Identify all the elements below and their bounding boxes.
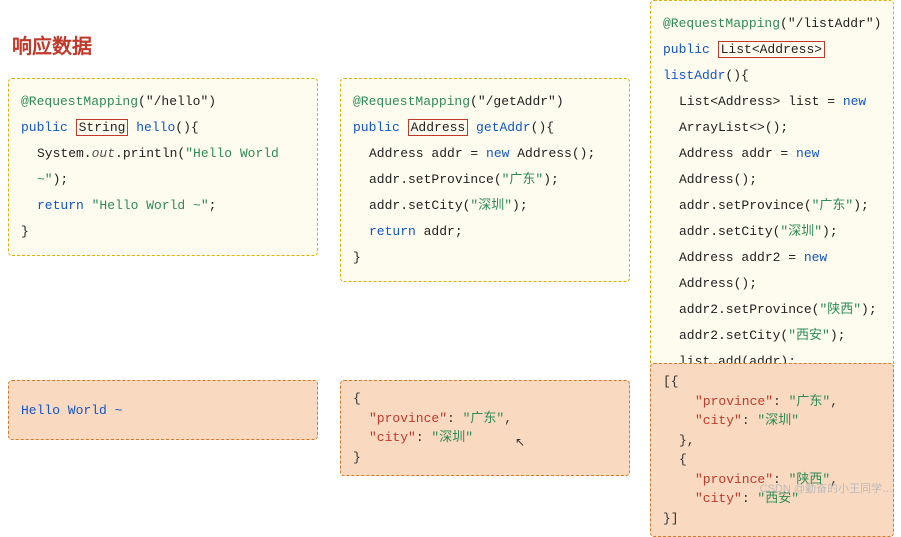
- modifier: public: [663, 42, 710, 57]
- method-sig: (){: [531, 120, 554, 135]
- watermark: CSDN @勤奋的小王同学…: [760, 480, 893, 496]
- json-brace: {: [663, 450, 881, 470]
- annotation-arg: ("/getAddr"): [470, 94, 564, 109]
- method-name: getAddr: [476, 120, 531, 135]
- code-line: addr.setCity("深圳");: [663, 219, 881, 245]
- output-listaddr: [{ "province": "广东", "city": "深圳" }, { "…: [650, 363, 894, 537]
- output-hello: Hello World ~: [8, 380, 318, 440]
- close-brace: }: [21, 219, 305, 245]
- code-line: addr.setProvince("广东");: [663, 193, 881, 219]
- return-type-highlight: String: [76, 119, 129, 136]
- code-line: return "Hello World ~";: [21, 193, 305, 219]
- method-name: listAddr: [663, 68, 725, 83]
- modifier: public: [21, 120, 68, 135]
- code-line: addr2.setCity("西安");: [663, 323, 881, 349]
- annotation-arg: ("/hello"): [138, 94, 216, 109]
- json-line: "province": "广东",: [663, 392, 881, 412]
- json-brace: }]: [663, 509, 881, 529]
- json-brace: {: [353, 389, 617, 409]
- annotation: @RequestMapping: [353, 94, 470, 109]
- code-line: addr2.setProvince("陕西");: [663, 297, 881, 323]
- return-type-highlight: List<Address>: [718, 41, 825, 58]
- json-brace: [{: [663, 372, 881, 392]
- output-getaddr: { "province": "广东", "city": "深圳" }: [340, 380, 630, 476]
- modifier: public: [353, 120, 400, 135]
- code-block-getaddr: @RequestMapping("/getAddr") public Addre…: [340, 78, 630, 282]
- method-sig: (){: [725, 68, 748, 83]
- annotation: @RequestMapping: [663, 16, 780, 31]
- json-line: "city": "深圳": [663, 411, 881, 431]
- code-line: Address addr2 = new Address();: [663, 245, 881, 297]
- json-brace: },: [663, 431, 881, 451]
- annotation: @RequestMapping: [21, 94, 138, 109]
- code-line: Address addr = new Address();: [353, 141, 617, 167]
- return-type-highlight: Address: [408, 119, 469, 136]
- code-line: List<Address> list = new ArrayList<>();: [663, 89, 881, 141]
- code-line: return addr;: [353, 219, 617, 245]
- code-block-hello: @RequestMapping("/hello") public String …: [8, 78, 318, 256]
- code-line: Address addr = new Address();: [663, 141, 881, 193]
- output-text: Hello World ~: [21, 403, 122, 418]
- cursor-icon: ↖: [515, 435, 525, 449]
- code-line: System.out.println("Hello World ~");: [21, 141, 305, 193]
- page-title: 响应数据: [12, 30, 92, 59]
- annotation-arg: ("/listAddr"): [780, 16, 881, 31]
- code-line: addr.setCity("深圳");: [353, 193, 617, 219]
- method-sig: (){: [175, 120, 198, 135]
- json-line: "province": "广东",: [353, 409, 617, 429]
- method-name: hello: [136, 120, 175, 135]
- code-line: addr.setProvince("广东");: [353, 167, 617, 193]
- json-brace: }: [353, 448, 617, 468]
- close-brace: }: [353, 245, 617, 271]
- json-line: "city": "深圳": [353, 428, 617, 448]
